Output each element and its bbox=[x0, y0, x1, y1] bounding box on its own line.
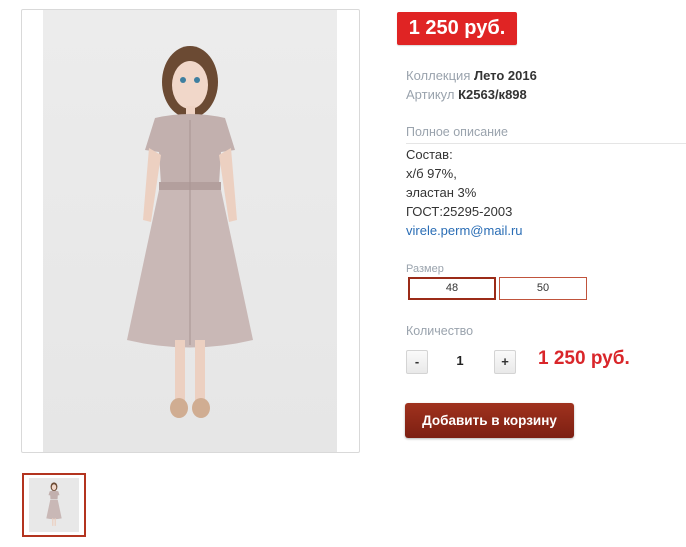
sku-value: К2563/к898 bbox=[458, 87, 527, 102]
collection-row: Коллекция Лето 2016 bbox=[406, 67, 537, 85]
email-link[interactable]: virele.perm@mail.ru bbox=[406, 223, 523, 238]
collection-key: Коллекция bbox=[406, 68, 471, 83]
quantity-label: Количество bbox=[406, 324, 474, 338]
quantity-increase-button[interactable]: + bbox=[494, 350, 516, 374]
model-dress-illustration bbox=[127, 46, 253, 418]
price-badge: 1 250 руб. bbox=[397, 12, 517, 45]
sku-row: Артикул К2563/к898 bbox=[406, 86, 527, 104]
quantity-value[interactable]: 1 bbox=[450, 353, 470, 368]
thumbnail-selected[interactable] bbox=[22, 473, 86, 537]
description-line: эластан 3% bbox=[406, 185, 477, 200]
size-label: Размер bbox=[406, 263, 444, 275]
description-title: Полное описание bbox=[406, 125, 686, 144]
sku-key: Артикул bbox=[406, 87, 455, 102]
thumbnail-illustration bbox=[46, 482, 62, 526]
add-to-cart-button[interactable]: Добавить в корзину bbox=[405, 403, 574, 438]
size-option-48[interactable]: 48 bbox=[408, 277, 496, 300]
description-line: х/б 97%, bbox=[406, 166, 457, 181]
product-image-frame[interactable] bbox=[21, 9, 360, 453]
quantity-decrease-button[interactable]: - bbox=[406, 350, 428, 374]
description-body: Состав: х/б 97%, эластан 3% ГОСТ:25295-2… bbox=[406, 145, 523, 240]
product-photo[interactable] bbox=[43, 10, 337, 452]
total-price: 1 250 руб. bbox=[538, 348, 630, 369]
collection-value: Лето 2016 bbox=[473, 68, 537, 83]
size-option-50[interactable]: 50 bbox=[499, 277, 587, 300]
description-line: ГОСТ:25295-2003 bbox=[406, 204, 513, 219]
description-line: Состав: bbox=[406, 147, 453, 162]
thumbnail-photo[interactable] bbox=[29, 478, 79, 532]
